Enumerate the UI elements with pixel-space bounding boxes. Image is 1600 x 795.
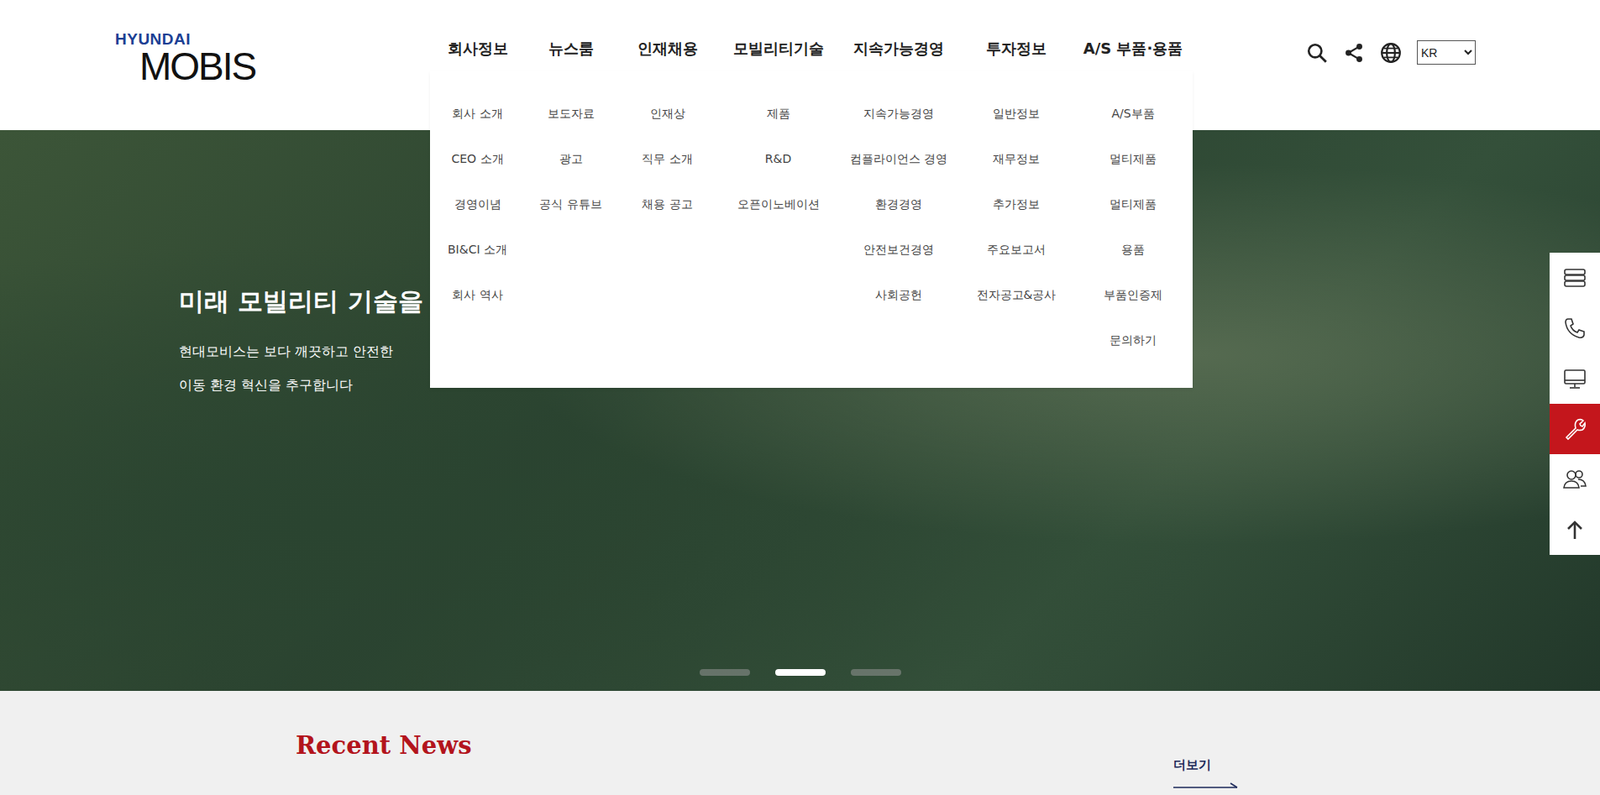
logo[interactable]: HYUNDAI MOBIS (0, 0, 431, 86)
top-icon (1561, 516, 1589, 544)
nav-item[interactable]: A/S 부품·용품 (1073, 0, 1193, 59)
mega-menu-item[interactable]: 컴플라이언스 경영 (838, 136, 960, 182)
more-link[interactable]: 더보기 (1173, 729, 1239, 789)
mega-menu-item[interactable]: 인재상 (616, 90, 719, 137)
mega-menu-item[interactable]: R&D (718, 136, 839, 182)
main-nav: 회사정보뉴스룸인재채용모빌리티기술지속가능경영투자정보A/S 부품·용품 (430, 0, 1193, 59)
mega-menu-item[interactable]: 광고 (524, 136, 617, 182)
recent-news-title: Recent News (295, 729, 473, 763)
mega-menu-column: 제품R&D오픈이노베이션 (718, 90, 839, 363)
mega-menu-column: 회사 소개CEO 소개경영이념BI&CI 소개회사 역사 (430, 90, 525, 363)
nav-item[interactable]: 뉴스룸 (524, 0, 617, 59)
nav-item[interactable]: 투자정보 (959, 0, 1074, 59)
mega-menu-item[interactable]: 공식 유튜브 (524, 181, 617, 227)
language-select[interactable]: KR (1416, 40, 1476, 65)
header: HYUNDAI MOBIS 회사정보뉴스룸인재채용모빌리티기술지속가능경영투자정… (0, 0, 1600, 131)
users-icon (1561, 466, 1589, 494)
wrench-icon (1561, 415, 1589, 443)
share-icon[interactable] (1342, 41, 1365, 64)
quick-menu-item[interactable] (1549, 303, 1600, 354)
mega-menu-item[interactable]: 직무 소개 (616, 136, 719, 182)
quick-menu-item[interactable] (1549, 403, 1600, 455)
search-icon[interactable] (1306, 41, 1328, 64)
mega-menu-item[interactable]: 제품 (718, 90, 839, 137)
quick-menu (1549, 252, 1600, 556)
monitor-icon (1561, 365, 1589, 393)
mega-menu-item[interactable]: 주요보고서 (959, 226, 1074, 273)
globe-icon[interactable] (1379, 41, 1402, 64)
mega-menu: 회사 소개CEO 소개경영이념BI&CI 소개회사 역사보도자료광고공식 유튜브… (430, 71, 1193, 389)
mega-menu-item[interactable]: 문의하기 (1073, 317, 1193, 363)
page: HYUNDAI MOBIS 회사정보뉴스룸인재채용모빌리티기술지속가능경영투자정… (0, 0, 1600, 795)
logo-brand: HYUNDAI (115, 31, 431, 48)
mega-menu-item[interactable]: 용품 (1073, 226, 1193, 273)
nav-item[interactable]: 회사정보 (430, 0, 525, 59)
mega-menu-item[interactable]: 재무정보 (959, 136, 1074, 182)
mega-menu-column: A/S부품멀티제품멀티제품용품부품인증제문의하기 (1073, 90, 1193, 363)
mega-menu-item[interactable]: 부품인증제 (1073, 272, 1193, 318)
mega-menu-item[interactable]: CEO 소개 (430, 136, 525, 182)
recent-news: Recent News 더보기 (0, 691, 1600, 795)
quick-menu-item[interactable] (1549, 454, 1600, 505)
slide-dot[interactable] (850, 669, 902, 677)
header-tools: KR (1306, 0, 1600, 65)
mega-menu-item[interactable]: 지속가능경영 (838, 90, 960, 137)
mega-menu-item[interactable]: 보도자료 (524, 90, 617, 137)
mega-menu-column: 인재상직무 소개채용 공고 (616, 90, 719, 363)
slide-dot[interactable] (775, 669, 826, 677)
nav-item[interactable]: 인재채용 (616, 0, 719, 59)
nav-item[interactable]: 모빌리티기술 (718, 0, 839, 59)
mega-menu-item[interactable]: BI&CI 소개 (430, 226, 525, 273)
quick-menu-item[interactable] (1549, 504, 1600, 556)
mega-menu-item[interactable]: 멀티제품 (1073, 136, 1193, 182)
quick-menu-item[interactable] (1549, 252, 1600, 304)
mega-menu-item[interactable]: 일반정보 (959, 90, 1074, 137)
servers-icon (1561, 264, 1589, 292)
mega-menu-item[interactable]: 오픈이노베이션 (718, 181, 839, 227)
mega-menu-item[interactable]: 안전보건경영 (838, 226, 960, 273)
mega-menu-column: 지속가능경영컴플라이언스 경영환경경영안전보건경영사회공헌 (838, 90, 960, 363)
mega-menu-item[interactable]: 회사 소개 (430, 90, 525, 137)
mega-menu-item[interactable]: 환경경영 (838, 181, 960, 227)
arrow-icon (1173, 781, 1239, 789)
slide-dot[interactable] (699, 669, 751, 677)
quick-menu-item[interactable] (1549, 353, 1600, 404)
mega-menu-item[interactable]: 사회공헌 (838, 272, 960, 318)
slide-indicator (0, 669, 1600, 677)
mega-menu-item[interactable]: 경영이념 (430, 181, 525, 227)
mega-menu-item[interactable]: 채용 공고 (616, 181, 719, 227)
mega-menu-item[interactable]: 추가정보 (959, 181, 1074, 227)
mega-menu-item[interactable]: 회사 역사 (430, 272, 525, 318)
mega-menu-column: 일반정보재무정보추가정보주요보고서전자공고&공사 (959, 90, 1074, 363)
mega-menu-item[interactable]: 멀티제품 (1073, 181, 1193, 227)
mega-menu-item[interactable]: 전자공고&공사 (959, 272, 1074, 318)
logo-name: MOBIS (115, 47, 431, 86)
nav-item[interactable]: 지속가능경영 (838, 0, 960, 59)
mega-menu-item[interactable]: A/S부품 (1073, 90, 1193, 137)
phone-icon (1561, 314, 1589, 342)
mega-menu-column: 보도자료광고공식 유튜브 (524, 90, 617, 363)
